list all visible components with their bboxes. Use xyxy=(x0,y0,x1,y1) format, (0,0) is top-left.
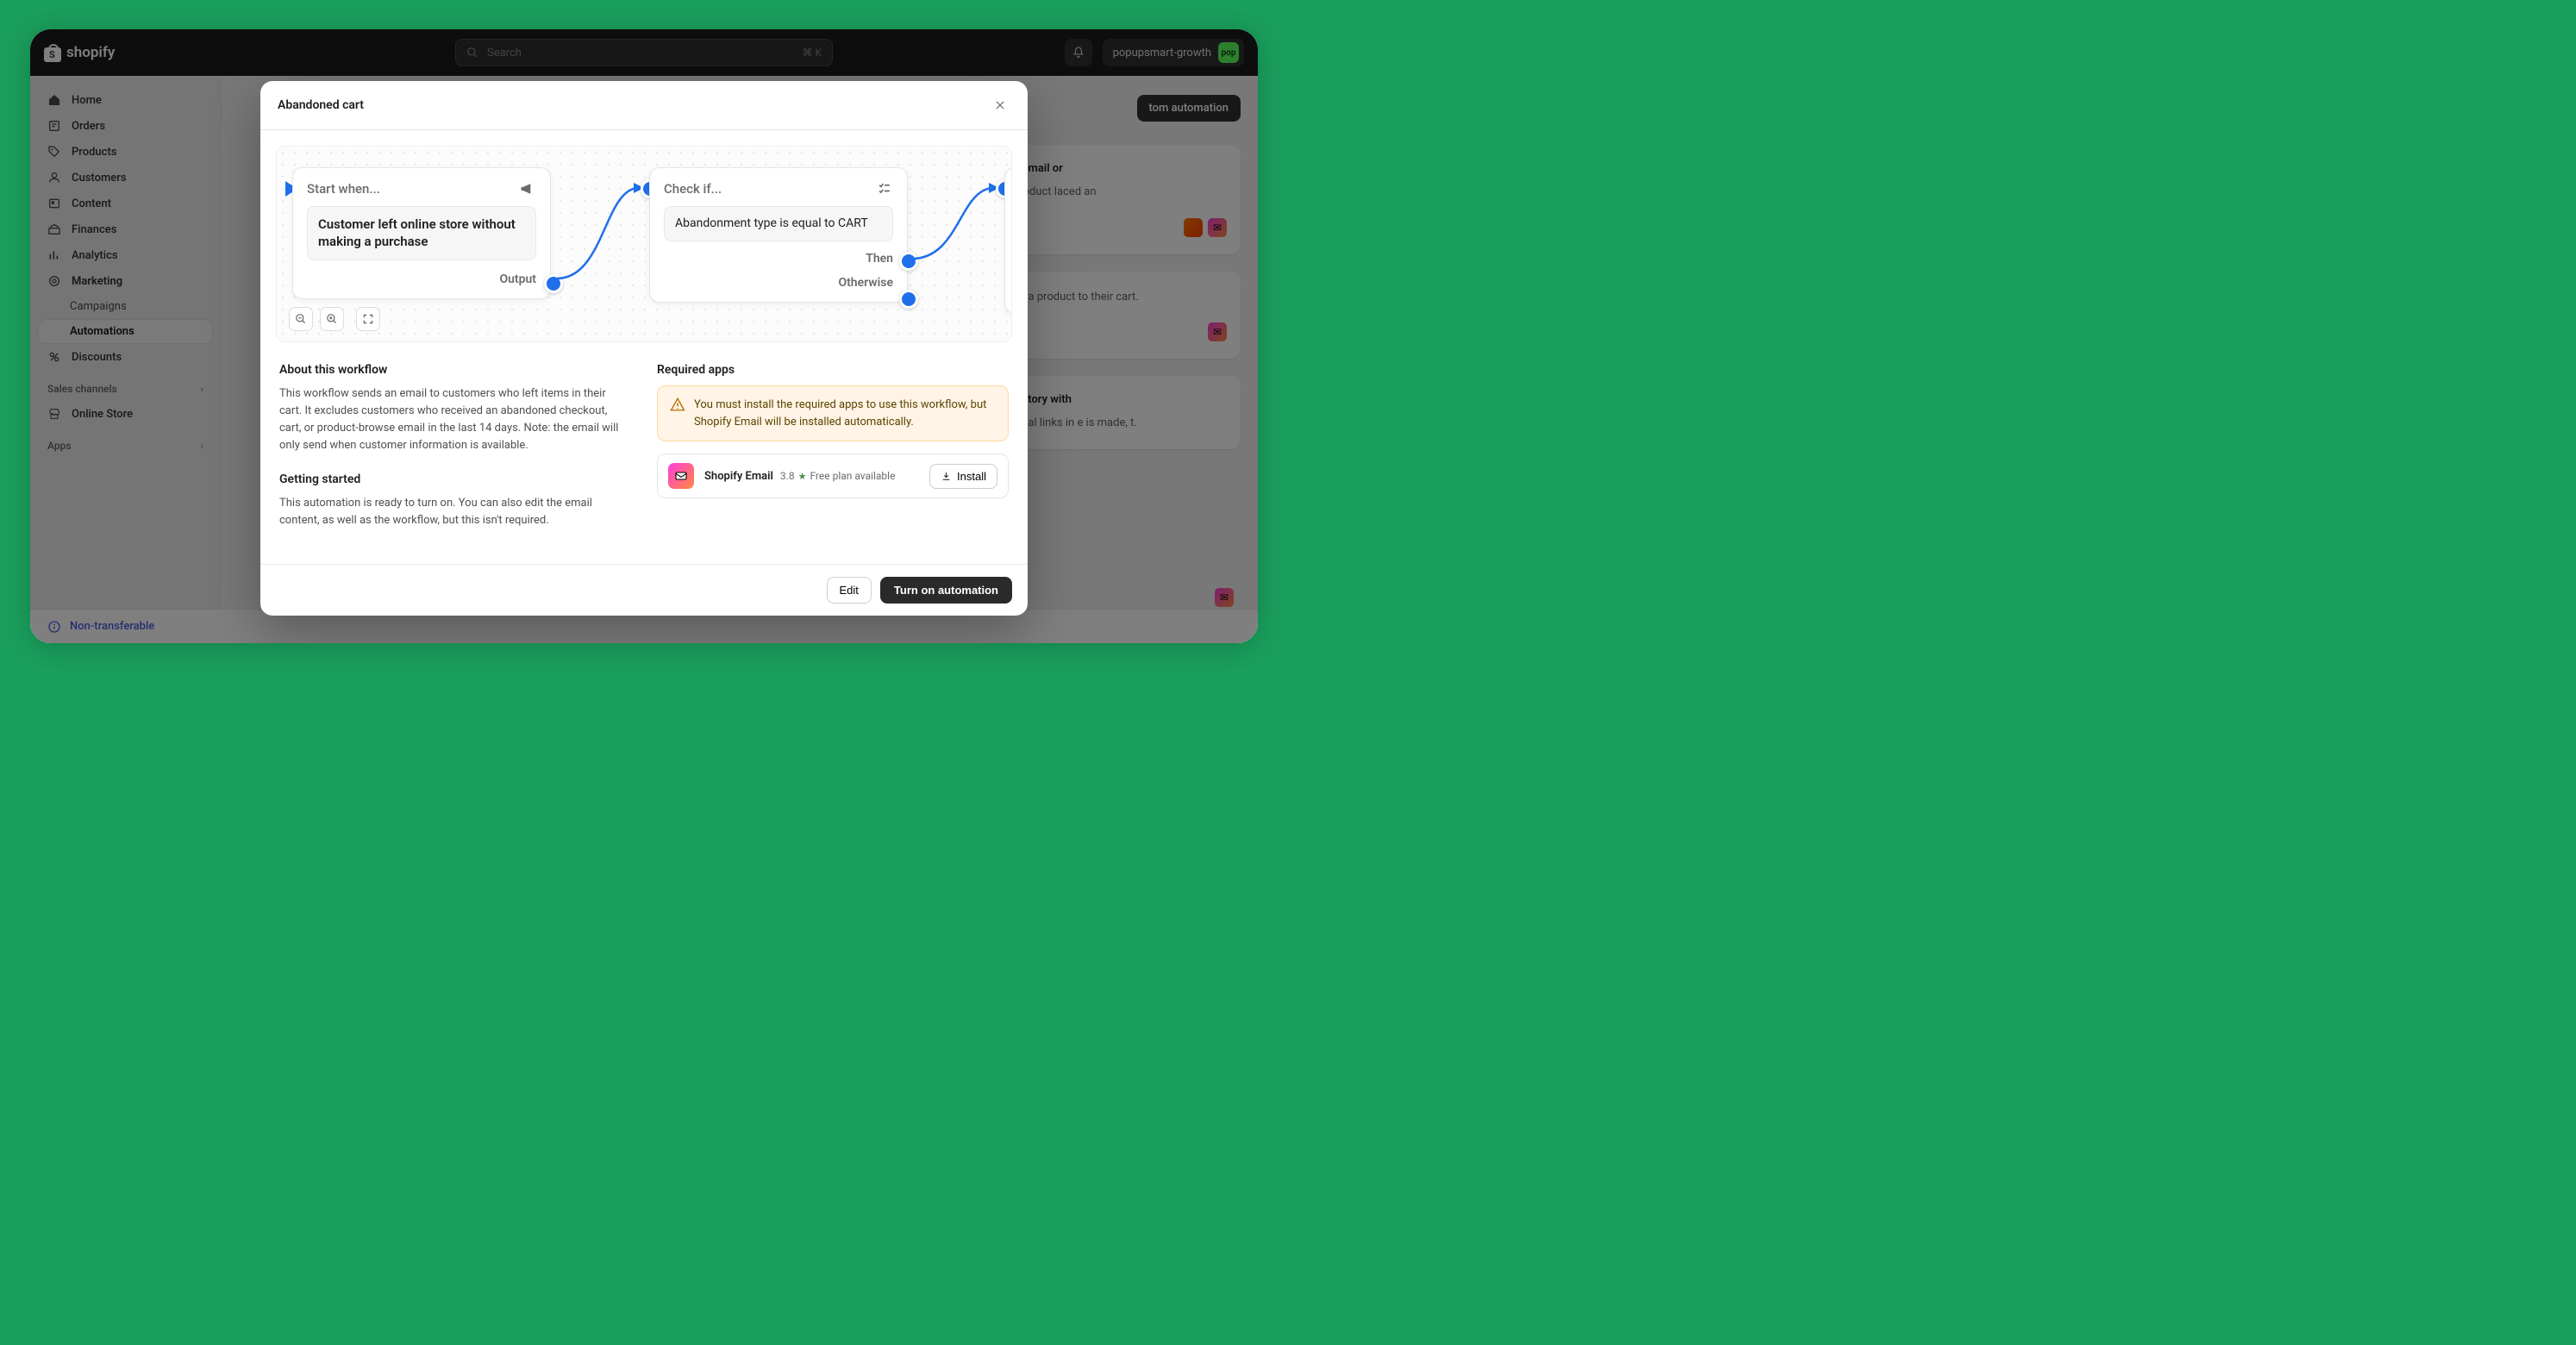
connector-dot xyxy=(544,274,563,293)
about-text: This workflow sends an email to customer… xyxy=(279,385,631,455)
connector-dot xyxy=(899,290,918,309)
close-icon xyxy=(994,99,1006,111)
zoom-out-button[interactable] xyxy=(289,307,313,331)
about-column: About this workflow This workflow sends … xyxy=(279,363,631,547)
modal-title: Abandoned cart xyxy=(278,98,364,112)
shopify-email-icon xyxy=(668,463,694,489)
output-label: Output xyxy=(499,272,536,286)
fit-icon xyxy=(362,313,374,325)
zoom-in-icon xyxy=(326,313,338,325)
app-name: Shopify Email xyxy=(704,470,773,483)
app-rating: 3.8 xyxy=(780,470,795,482)
step-head: Check if... xyxy=(664,181,722,197)
warning-banner: You must install the required apps to us… xyxy=(657,385,1009,441)
megaphone-icon xyxy=(519,180,536,197)
zoom-controls xyxy=(289,307,380,331)
getting-started-heading: Getting started xyxy=(279,472,631,486)
workflow-canvas[interactable]: Start when... Customer left online store… xyxy=(276,146,1012,342)
zoom-in-button[interactable] xyxy=(320,307,344,331)
star-icon: ★ xyxy=(798,471,807,482)
modal-footer: Edit Turn on automation xyxy=(260,564,1028,616)
zoom-out-icon xyxy=(295,313,307,325)
otherwise-label: Otherwise xyxy=(838,276,893,290)
workflow-step-action[interactable] xyxy=(1004,167,1012,314)
required-app-row: Shopify Email 3.8 ★ Free plan available xyxy=(657,454,1009,498)
connector-dot xyxy=(899,252,918,271)
step-condition: Abandonment type is equal to CART xyxy=(664,206,893,241)
install-button[interactable]: Install xyxy=(929,464,997,489)
close-button[interactable] xyxy=(990,95,1010,116)
workflow-step-condition[interactable]: Check if... Abandonment type is equal to… xyxy=(649,167,908,303)
workflow-step-trigger[interactable]: Start when... Customer left online store… xyxy=(292,167,551,299)
warning-icon xyxy=(670,397,685,430)
download-icon xyxy=(941,471,952,482)
required-apps-heading: Required apps xyxy=(657,363,1009,377)
then-label: Then xyxy=(866,252,893,266)
app-frame: S shopify Search ⌘ K popupsmart-growth p… xyxy=(30,29,1258,643)
required-apps-column: Required apps You must install the requi… xyxy=(657,363,1009,547)
warning-text: You must install the required apps to us… xyxy=(694,397,996,430)
step-condition: Customer left online store without makin… xyxy=(307,206,536,260)
modal-header: Abandoned cart xyxy=(260,81,1028,130)
turn-on-button[interactable]: Turn on automation xyxy=(880,577,1012,604)
step-head: Start when... xyxy=(307,181,380,197)
app-plan: Free plan available xyxy=(810,470,895,482)
getting-started-text: This automation is ready to turn on. You… xyxy=(279,495,631,529)
fit-view-button[interactable] xyxy=(356,307,380,331)
modal-overlay[interactable]: Abandoned cart Start when... Customer le… xyxy=(30,29,1258,643)
about-heading: About this workflow xyxy=(279,363,631,377)
modal: Abandoned cart Start when... Customer le… xyxy=(260,81,1028,616)
edit-button[interactable]: Edit xyxy=(827,577,872,604)
checklist-icon xyxy=(876,180,893,197)
